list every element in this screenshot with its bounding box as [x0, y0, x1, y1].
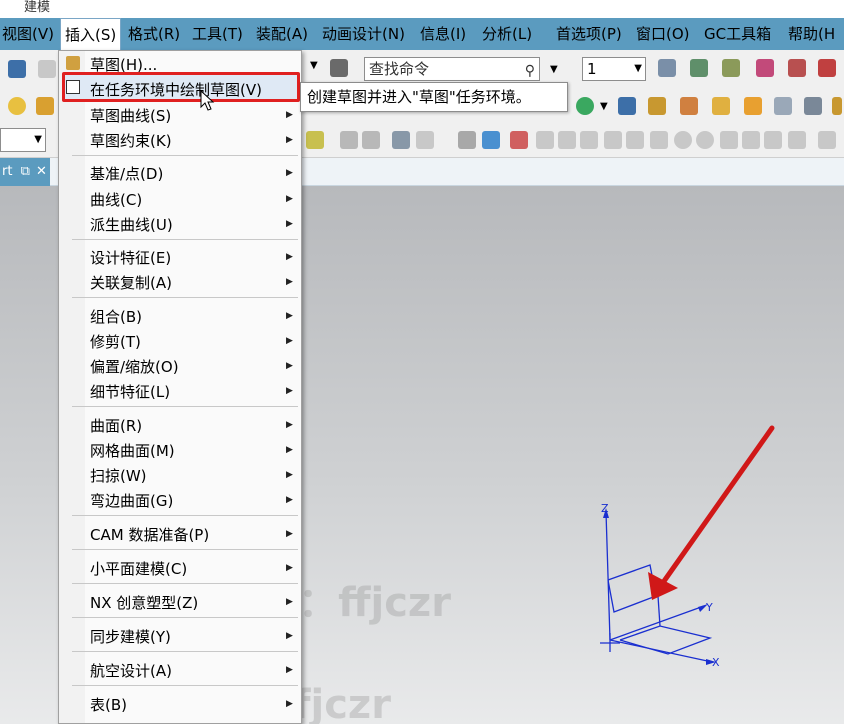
submenu-arrow-icon: ▶ [286, 529, 293, 539]
menu-item-facet-modeling[interactable]: 小平面建模(C) [90, 558, 187, 579]
menu-separator [72, 297, 298, 298]
menu-item-sketch-in-task[interactable]: 在任务环境中绘制草图(V) [90, 79, 262, 100]
submenu-arrow-icon: ▶ [286, 219, 293, 229]
submenu-arrow-icon: ▶ [286, 252, 293, 262]
submenu-arrow-icon: ▶ [286, 386, 293, 396]
menu-separator [72, 155, 298, 156]
menu-item-sweep[interactable]: 扫掠(W) [90, 465, 147, 486]
submenu-arrow-icon: ▶ [286, 361, 293, 371]
submenu-arrow-icon: ▶ [286, 110, 293, 120]
submenu-arrow-icon: ▶ [286, 699, 293, 709]
menu-separator [72, 651, 298, 652]
submenu-arrow-icon: ▶ [286, 168, 293, 178]
menu-item-sketch-curve[interactable]: 草图曲线(S) [90, 105, 171, 126]
menu-item-aero-design[interactable]: 航空设计(A) [90, 660, 172, 681]
menu-item-nx-realize-shape[interactable]: NX 创意塑型(Z) [90, 592, 198, 613]
sketch-icon [66, 56, 80, 70]
menu-item-synchronous-modeling[interactable]: 同步建模(Y) [90, 626, 171, 647]
submenu-arrow-icon: ▶ [286, 495, 293, 505]
menu-item-table[interactable]: 表(B) [90, 694, 127, 715]
menu-item-cam-data-prep[interactable]: CAM 数据准备(P) [90, 524, 209, 545]
submenu-arrow-icon: ▶ [286, 597, 293, 607]
menu-icon-gutter [59, 51, 85, 723]
submenu-arrow-icon: ▶ [286, 631, 293, 641]
menu-separator [72, 617, 298, 618]
sketch-task-icon [66, 80, 80, 94]
z-axis-label: Z [601, 502, 609, 515]
submenu-arrow-icon: ▶ [286, 336, 293, 346]
menu-item-detail-feature[interactable]: 细节特征(L) [90, 381, 170, 402]
menu-item-datum-point[interactable]: 基准/点(D) [90, 163, 163, 184]
submenu-arrow-icon: ▶ [286, 420, 293, 430]
submenu-arrow-icon: ▶ [286, 194, 293, 204]
submenu-arrow-icon: ▶ [286, 311, 293, 321]
menu-separator [72, 406, 298, 407]
menu-item-derived-curve[interactable]: 派生曲线(U) [90, 214, 173, 235]
submenu-arrow-icon: ▶ [286, 563, 293, 573]
submenu-arrow-icon: ▶ [286, 665, 293, 675]
submenu-arrow-icon: ▶ [286, 470, 293, 480]
submenu-arrow-icon: ▶ [286, 277, 293, 287]
menu-separator [72, 549, 298, 550]
menu-item-sketch-constraint[interactable]: 草图约束(K) [90, 130, 172, 151]
menu-item-trim[interactable]: 修剪(T) [90, 331, 141, 352]
submenu-arrow-icon: ▶ [286, 445, 293, 455]
menu-item-design-feature[interactable]: 设计特征(E) [90, 247, 171, 268]
menu-separator [72, 515, 298, 516]
mouse-cursor-icon [200, 90, 215, 111]
submenu-arrow-icon: ▶ [286, 135, 293, 145]
menu-item-flange-surface[interactable]: 弯边曲面(G) [90, 490, 173, 511]
menu-item-mesh-surface[interactable]: 网格曲面(M) [90, 440, 175, 461]
menu-item-combine[interactable]: 组合(B) [90, 306, 142, 327]
menu-item-associative-copy[interactable]: 关联复制(A) [90, 272, 172, 293]
annotation-arrow [648, 425, 775, 600]
x-axis-label: X [712, 656, 720, 669]
menu-item-curve[interactable]: 曲线(C) [90, 189, 142, 210]
menu-item-sketch[interactable]: 草图(H)... [90, 54, 157, 75]
menu-separator [72, 583, 298, 584]
menu-separator [72, 239, 298, 240]
y-axis-label: Y [705, 601, 713, 614]
menu-separator [72, 685, 298, 686]
tooltip: 创建草图并进入"草图"任务环境。 [300, 82, 568, 112]
menu-item-offset-scale[interactable]: 偏置/缩放(O) [90, 356, 179, 377]
menu-item-surface[interactable]: 曲面(R) [90, 415, 142, 436]
